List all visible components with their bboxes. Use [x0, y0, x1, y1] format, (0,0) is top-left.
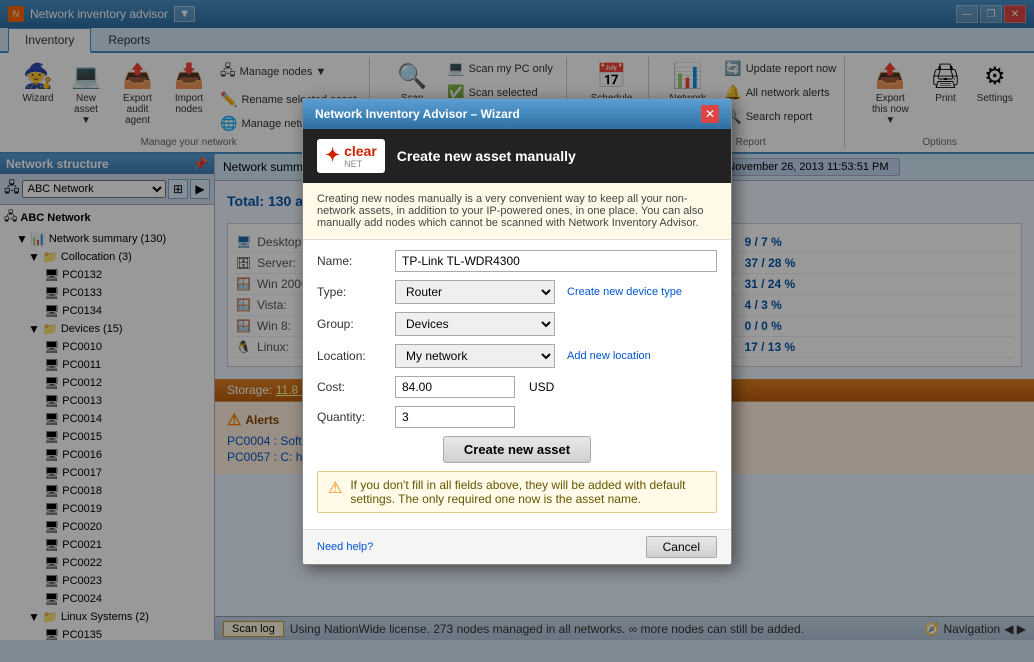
warning-text: If you don't fill in all fields above, t… — [350, 478, 706, 506]
modal-header: ✦ clear NET Create new asset manually — [303, 129, 731, 183]
modal-logo: ✦ clear NET — [317, 139, 385, 173]
modal-overlay: Network Inventory Advisor – Wizard ✕ ✦ c… — [0, 0, 1034, 662]
cost-input[interactable] — [395, 376, 515, 398]
logo-icon: ✦ — [325, 145, 340, 166]
modal-title: Network Inventory Advisor – Wizard — [315, 107, 520, 121]
type-select[interactable]: Router Desktop PC Server Workstation — [395, 280, 555, 304]
form-row-quantity: Quantity: — [317, 406, 717, 428]
logo-sub: NET — [344, 159, 377, 169]
create-asset-modal: Network Inventory Advisor – Wizard ✕ ✦ c… — [302, 98, 732, 565]
form-row-location: Location: My network Other Add new locat… — [317, 344, 717, 368]
help-link[interactable]: Need help? — [317, 541, 373, 553]
type-label: Type: — [317, 285, 387, 299]
form-row-group: Group: Devices Collocation Linux Systems… — [317, 312, 717, 336]
add-location-link[interactable]: Add new location — [567, 350, 651, 362]
modal-title-bar: Network Inventory Advisor – Wizard ✕ — [303, 99, 731, 129]
location-label: Location: — [317, 349, 387, 363]
form-row-type: Type: Router Desktop PC Server Workstati… — [317, 280, 717, 304]
cancel-button[interactable]: Cancel — [646, 536, 717, 558]
group-select[interactable]: Devices Collocation Linux Systems Reorga… — [395, 312, 555, 336]
cost-label: Cost: — [317, 380, 387, 394]
form-row-name: Name: — [317, 250, 717, 272]
modal-close-button[interactable]: ✕ — [701, 105, 719, 123]
form-row-cost: Cost: USD — [317, 376, 717, 398]
name-label: Name: — [317, 254, 387, 268]
create-asset-button[interactable]: Create new asset — [443, 436, 591, 463]
quantity-label: Quantity: — [317, 410, 387, 424]
modal-warning: ⚠ If you don't fill in all fields above,… — [317, 471, 717, 513]
logo-text: clear — [344, 143, 377, 159]
modal-description: Creating new nodes manually is a very co… — [303, 183, 731, 240]
location-select[interactable]: My network Other — [395, 344, 555, 368]
quantity-input[interactable] — [395, 406, 515, 428]
modal-footer: Need help? Cancel — [303, 529, 731, 564]
group-label: Group: — [317, 317, 387, 331]
cost-currency: USD — [529, 380, 554, 394]
create-device-type-link[interactable]: Create new device type — [567, 286, 682, 298]
modal-header-title: Create new asset manually — [397, 148, 576, 164]
modal-form: Name: Type: Router Desktop PC Server Wor… — [303, 240, 731, 529]
warning-icon: ⚠ — [328, 478, 342, 506]
name-input[interactable] — [395, 250, 717, 272]
